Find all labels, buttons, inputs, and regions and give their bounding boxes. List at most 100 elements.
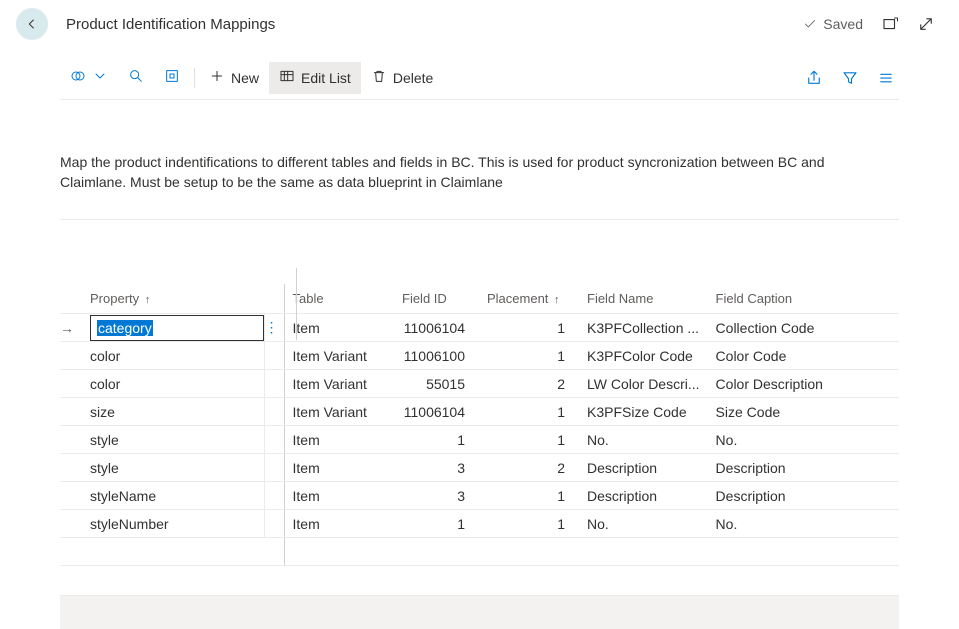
cell-table[interactable]: Item Variant	[284, 342, 394, 370]
filter-button[interactable]	[841, 69, 859, 87]
empty-cell[interactable]	[708, 538, 899, 566]
cell-field-name[interactable]: K3PFCollection ...	[579, 314, 708, 342]
cell-property[interactable]: style	[84, 426, 264, 454]
delete-button[interactable]: Delete	[361, 62, 443, 94]
empty-cell[interactable]	[394, 538, 479, 566]
column-field-caption[interactable]: Field Caption	[708, 284, 899, 314]
column-placement[interactable]: Placement ↑	[479, 284, 579, 314]
expand-button[interactable]	[917, 15, 935, 33]
property-input[interactable]: category	[90, 315, 264, 341]
cell-field-id[interactable]: 11006100	[394, 342, 479, 370]
new-button[interactable]: New	[199, 62, 269, 94]
cell-table[interactable]: Item	[284, 510, 394, 538]
cell-field-name[interactable]: No.	[579, 426, 708, 454]
table-row[interactable]: styleItem32DescriptionDescription	[60, 454, 899, 482]
cell-placement[interactable]: 1	[479, 482, 579, 510]
empty-cell[interactable]	[284, 538, 394, 566]
cell-field-name[interactable]: K3PFSize Code	[579, 398, 708, 426]
cell-property[interactable]: color	[84, 342, 264, 370]
column-splitter[interactable]	[296, 268, 297, 340]
column-property[interactable]: Property ↑	[84, 284, 264, 314]
cell-field-id[interactable]: 55015	[394, 370, 479, 398]
empty-cell[interactable]	[60, 538, 84, 566]
cell-table[interactable]: Item	[284, 482, 394, 510]
table-row[interactable]: styleNumberItem11No.No.	[60, 510, 899, 538]
cell-table[interactable]: Item	[284, 426, 394, 454]
empty-cell[interactable]	[264, 538, 284, 566]
cell-placement[interactable]: 1	[479, 510, 579, 538]
cell-placement[interactable]: 1	[479, 314, 579, 342]
cell-field-id[interactable]: 1	[394, 426, 479, 454]
cell-property[interactable]: styleName	[84, 482, 264, 510]
cell-field-caption[interactable]: Color Description	[708, 370, 899, 398]
cell-field-caption[interactable]: Collection Code	[708, 314, 899, 342]
column-table[interactable]: Table	[284, 284, 394, 314]
cell-field-caption[interactable]: No.	[708, 510, 899, 538]
cell-field-name[interactable]: Description	[579, 482, 708, 510]
row-menu-button[interactable]	[264, 426, 284, 454]
cell-placement[interactable]: 1	[479, 426, 579, 454]
edit-list-button[interactable]: Edit List	[269, 62, 361, 94]
cell-placement[interactable]: 2	[479, 370, 579, 398]
table-row[interactable]: →category⋮Item110061041K3PFCollection ..…	[60, 314, 899, 342]
cell-table[interactable]: Item Variant	[284, 398, 394, 426]
row-menu-button[interactable]	[264, 510, 284, 538]
cell-placement[interactable]: 2	[479, 454, 579, 482]
cell-field-id[interactable]: 1	[394, 510, 479, 538]
table-row[interactable]: color Item Variant550152LW Color Descri..…	[60, 370, 899, 398]
cell-field-id[interactable]: 3	[394, 454, 479, 482]
cell-property[interactable]: styleNumber	[84, 510, 264, 538]
row-menu-button[interactable]	[264, 398, 284, 426]
cell-property[interactable]: style	[84, 454, 264, 482]
row-menu-button[interactable]: ⋮	[264, 314, 284, 342]
share-button[interactable]	[805, 69, 823, 87]
column-field-name-label: Field Name	[587, 291, 653, 306]
table-row[interactable]: styleItem11No.No.	[60, 426, 899, 454]
table-row[interactable]: size Item Variant110061041K3PFSize CodeSi…	[60, 398, 899, 426]
edit-list-icon	[279, 68, 295, 87]
row-menu-button[interactable]	[264, 342, 284, 370]
cell-field-caption[interactable]: Color Code	[708, 342, 899, 370]
cell-field-caption[interactable]: Description	[708, 454, 899, 482]
cell-field-id[interactable]: 3	[394, 482, 479, 510]
table-row[interactable]: color Item Variant110061001K3PFColor Code…	[60, 342, 899, 370]
column-field-name[interactable]: Field Name	[579, 284, 708, 314]
cell-table[interactable]: Item Variant	[284, 370, 394, 398]
cell-field-id[interactable]: 11006104	[394, 398, 479, 426]
list-view-button[interactable]	[877, 69, 895, 87]
cell-property[interactable]: color	[84, 370, 264, 398]
search-button[interactable]	[118, 62, 154, 94]
back-button[interactable]	[16, 8, 48, 40]
empty-cell[interactable]	[479, 538, 579, 566]
cell-field-caption[interactable]: No.	[708, 426, 899, 454]
cell-table[interactable]: Item	[284, 314, 394, 342]
row-menu-button[interactable]	[264, 454, 284, 482]
column-property-label: Property	[90, 291, 139, 306]
cell-field-caption[interactable]: Description	[708, 482, 899, 510]
row-menu-button[interactable]	[264, 482, 284, 510]
cell-field-name[interactable]: LW Color Descri...	[579, 370, 708, 398]
cell-placement[interactable]: 1	[479, 342, 579, 370]
focus-mode-button[interactable]	[154, 62, 190, 94]
view-icon	[70, 68, 86, 87]
row-indicator	[60, 342, 84, 370]
cell-property[interactable]: category	[84, 314, 264, 342]
table-row[interactable]: styleNameItem31DescriptionDescription	[60, 482, 899, 510]
row-indicator	[60, 482, 84, 510]
cell-field-caption[interactable]: Size Code	[708, 398, 899, 426]
view-options-button[interactable]	[60, 62, 118, 94]
open-in-new-window-button[interactable]	[881, 15, 899, 33]
column-field-id[interactable]: Field ID	[394, 284, 479, 314]
cell-table[interactable]: Item	[284, 454, 394, 482]
cell-field-name[interactable]: Description	[579, 454, 708, 482]
row-menu-button[interactable]	[264, 370, 284, 398]
action-toolbar: New Edit List Delete	[60, 56, 899, 100]
cell-field-name[interactable]: No.	[579, 510, 708, 538]
cell-field-id[interactable]: 11006104	[394, 314, 479, 342]
cell-placement[interactable]: 1	[479, 398, 579, 426]
empty-cell[interactable]	[84, 538, 264, 566]
cell-field-name[interactable]: K3PFColor Code	[579, 342, 708, 370]
cell-property[interactable]: size	[84, 398, 264, 426]
table-row-empty[interactable]	[60, 538, 899, 566]
empty-cell[interactable]	[579, 538, 708, 566]
